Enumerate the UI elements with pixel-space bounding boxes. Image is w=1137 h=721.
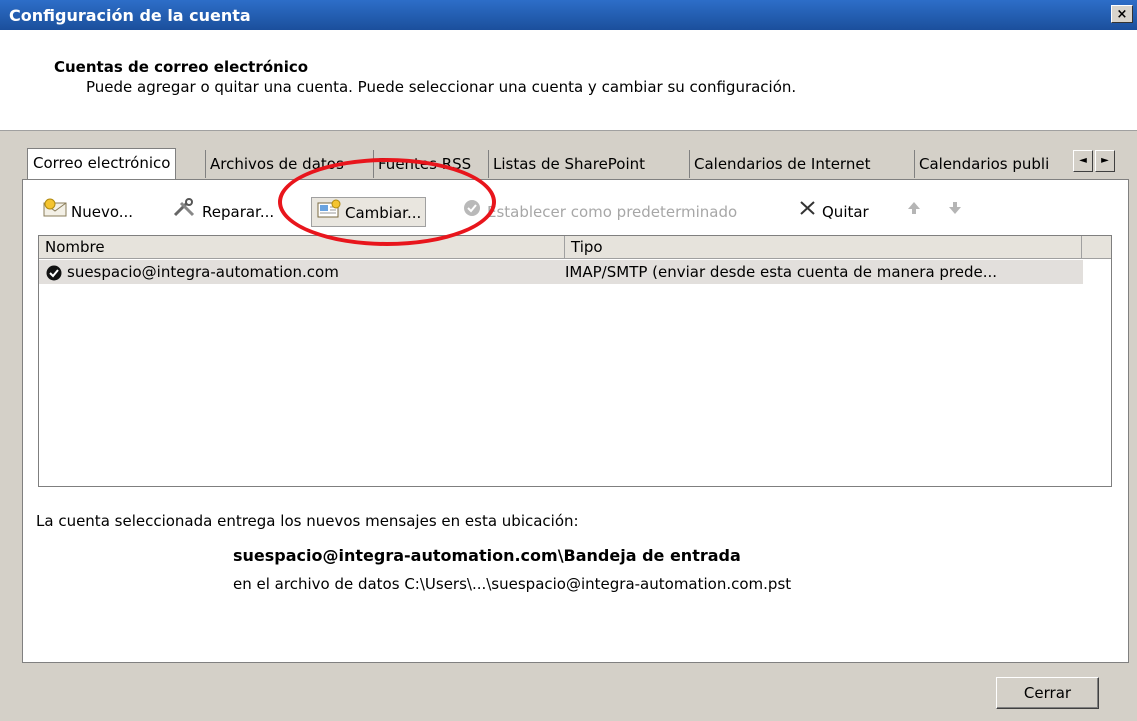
nuevo-button[interactable]: Nuevo... [42, 197, 133, 227]
quitar-button[interactable]: Quitar [797, 197, 869, 227]
tab-scroll-right-button[interactable]: ► [1095, 150, 1115, 172]
tab-listas-sharepoint[interactable]: Listas de SharePoint [488, 150, 649, 178]
accounts-list[interactable]: Nombre Tipo suespacio@integra-automation… [38, 235, 1112, 487]
dialog-header: Cuentas de correo electrónico Puede agre… [0, 30, 1137, 131]
arrow-down-icon [946, 198, 964, 228]
column-header-nombre[interactable]: Nombre [39, 236, 565, 258]
nuevo-label: Nuevo... [71, 203, 134, 221]
predeterminado-label: Establecer como predeterminado [487, 203, 738, 221]
section-description: Puede agregar o quitar una cuenta. Puede… [86, 78, 797, 96]
list-item[interactable]: suespacio@integra-automation.com IMAP/SM… [39, 260, 1083, 284]
establecer-predeterminado-button[interactable]: Establecer como predeterminado [462, 197, 737, 227]
column-header-tipo[interactable]: Tipo [565, 236, 1082, 258]
account-name: suespacio@integra-automation.com [67, 263, 339, 281]
delivery-location: suespacio@integra-automation.com\Bandeja… [233, 546, 741, 565]
repair-tools-icon [171, 197, 199, 228]
account-type: IMAP/SMTP (enviar desde esta cuenta de m… [565, 263, 998, 281]
tab-calendarios-internet[interactable]: Calendarios de Internet [689, 150, 874, 178]
window-title: Configuración de la cuenta [9, 6, 251, 25]
close-window-button[interactable]: × [1111, 5, 1133, 23]
highlight-annotation [278, 158, 496, 246]
list-header: Nombre Tipo [39, 236, 1111, 259]
title-bar: Configuración de la cuenta × [0, 0, 1137, 30]
reparar-label: Reparar... [202, 203, 275, 221]
arrow-up-icon [905, 198, 923, 228]
tab-scroll-left-button[interactable]: ◄ [1073, 150, 1093, 172]
new-mail-icon [42, 198, 68, 228]
cerrar-button[interactable]: Cerrar [996, 677, 1099, 709]
remove-x-icon [797, 198, 819, 228]
delivery-caption: La cuenta seleccionada entrega los nuevo… [36, 512, 579, 530]
default-account-check-icon [45, 264, 63, 288]
delivery-data-file: en el archivo de datos C:\Users\...\sues… [233, 575, 792, 593]
move-up-button[interactable] [905, 197, 926, 227]
reparar-button[interactable]: Reparar... [171, 197, 274, 227]
quitar-label: Quitar [822, 203, 869, 221]
tab-correo-electronico[interactable]: Correo electrónico [27, 148, 177, 180]
tab-calendarios-publicados[interactable]: Calendarios publi [914, 150, 1072, 178]
move-down-button[interactable] [946, 197, 967, 227]
section-heading: Cuentas de correo electrónico [54, 58, 309, 76]
